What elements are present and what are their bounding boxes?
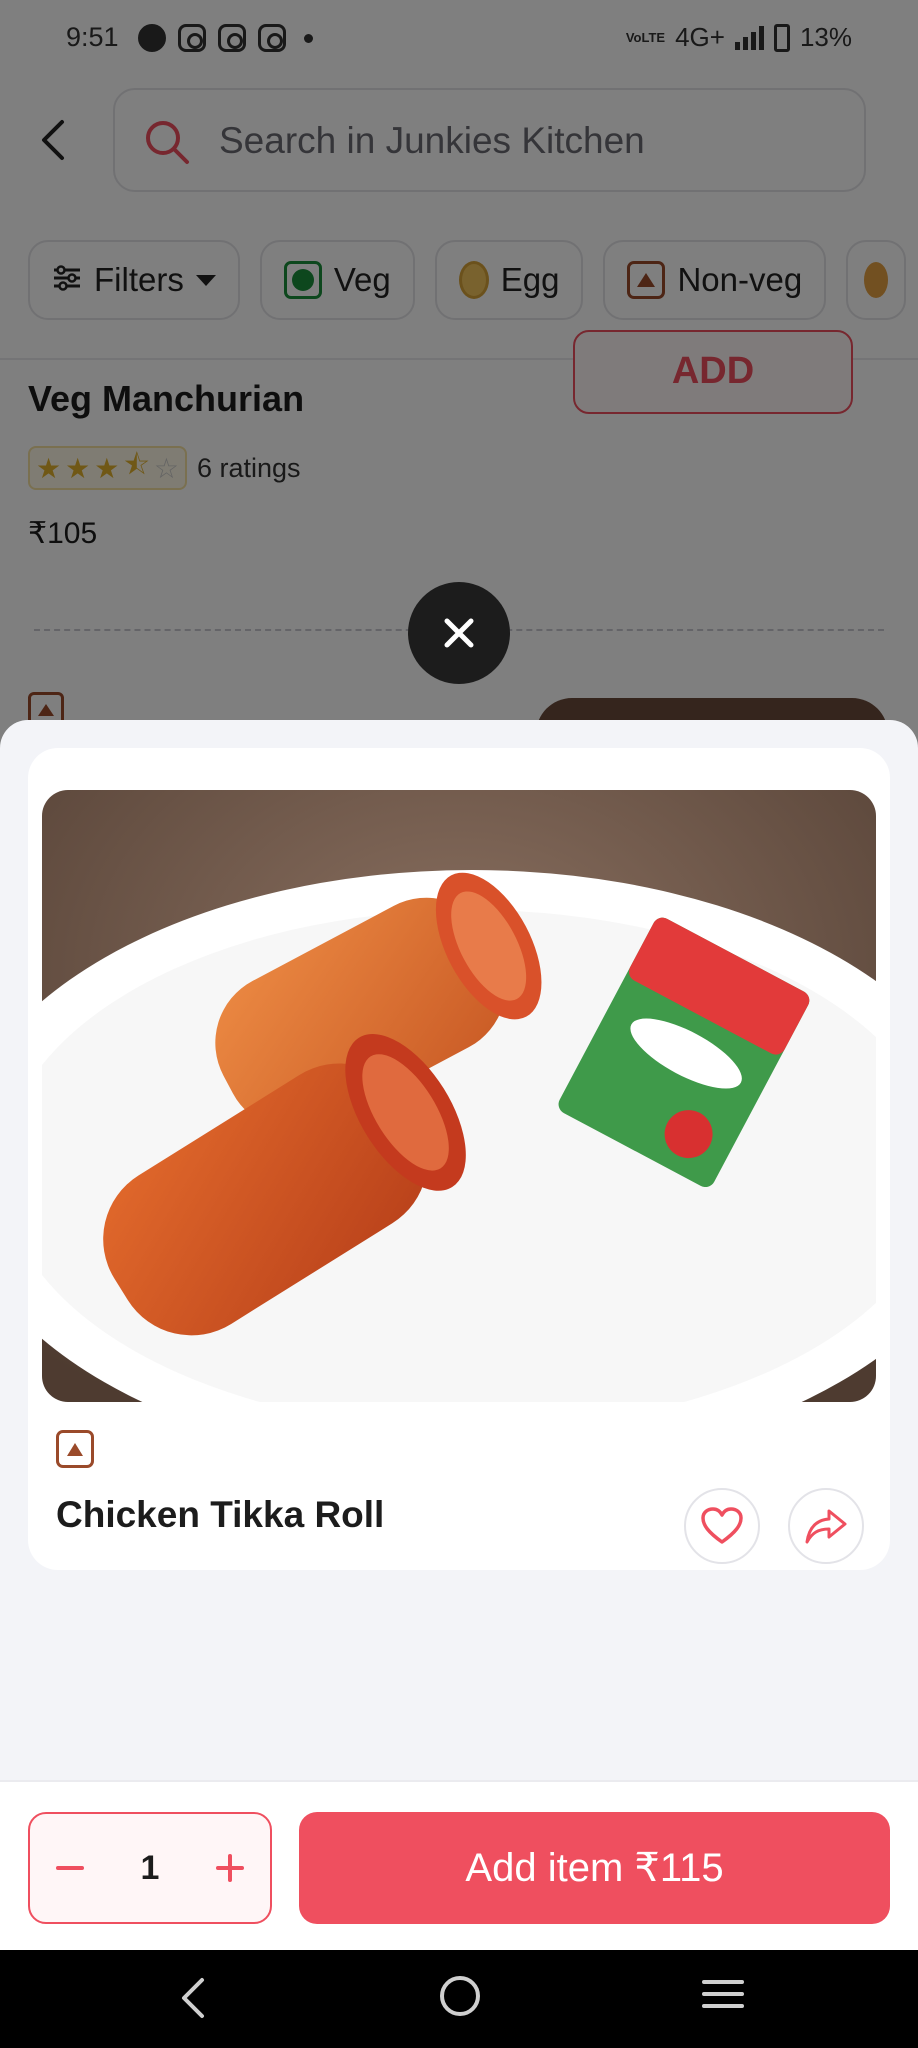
nav-home-icon[interactable] (440, 1976, 480, 2016)
item-title: Chicken Tikka Roll (56, 1494, 385, 1535)
nav-recents-icon[interactable] (702, 1980, 744, 2016)
favorite-button[interactable] (684, 1488, 760, 1564)
plus-icon (215, 1854, 244, 1882)
nav-back-icon[interactable] (176, 1976, 210, 2025)
non-veg-icon (56, 1430, 94, 1468)
decrement-button[interactable] (48, 1846, 92, 1890)
share-icon (805, 1509, 847, 1544)
item-card: Chicken Tikka Roll (28, 748, 890, 1570)
item-detail-sheet: Chicken Tikka Roll (0, 720, 918, 1950)
add-to-cart-bar: 1 Add item ₹115 (0, 1780, 918, 1950)
heart-icon (701, 1507, 743, 1544)
close-button[interactable] (408, 582, 510, 684)
add-item-button[interactable]: Add item ₹115 (299, 1812, 890, 1924)
share-button[interactable] (788, 1488, 864, 1564)
increment-button[interactable] (208, 1846, 252, 1890)
quantity-value: 1 (140, 1848, 160, 1887)
close-icon (444, 618, 474, 648)
dish-photo (42, 790, 876, 1402)
system-navigation-bar (0, 1950, 918, 2048)
minus-icon (56, 1866, 84, 1870)
quantity-stepper: 1 (28, 1812, 272, 1924)
